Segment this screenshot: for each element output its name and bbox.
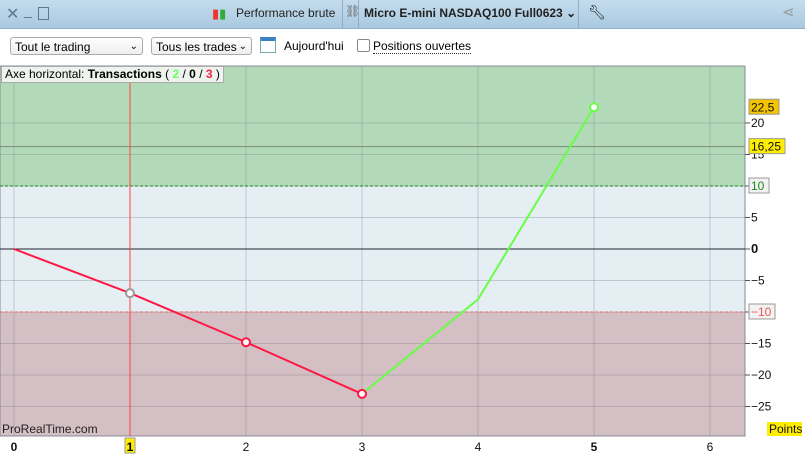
legend-sep: / (182, 67, 186, 81)
legend-neutral: 0 (189, 67, 196, 81)
loss-zone (0, 312, 745, 436)
legend-paren: ( (165, 67, 170, 81)
data-point (357, 388, 367, 399)
legend-prefix: Axe horizontal: (5, 67, 85, 81)
upper-threshold-label: 10 (751, 179, 765, 193)
legend-axis: Transactions (87, 67, 162, 81)
x-tick-label: 2 (243, 440, 250, 454)
legend-losses: 3 (205, 67, 213, 81)
data-point (589, 102, 599, 113)
x-tick-label: 0 (11, 440, 18, 454)
cursor-label: 1 (127, 440, 134, 454)
x-tick-label: 4 (475, 440, 482, 454)
y-tick-label: −25 (751, 400, 772, 414)
legend-sep: / (199, 67, 203, 81)
data-point (125, 288, 135, 299)
x-tick-label: 3 (359, 440, 366, 454)
x-tick-label: 5 (591, 440, 598, 454)
legend-wins: 2 (172, 67, 180, 81)
lower-threshold-label: −10 (751, 305, 772, 319)
watermark: ProRealTime.com (2, 422, 98, 436)
last-value-label: 22,5 (751, 100, 775, 114)
average-label: 16,25 (751, 140, 781, 154)
y-axis-label: Points (769, 422, 802, 436)
y-tick-label: 5 (751, 211, 758, 225)
y-tick-label: 20 (751, 116, 765, 130)
data-point (241, 337, 251, 348)
y-tick-label: 0 (751, 241, 758, 256)
legend-paren: ) (215, 67, 220, 81)
y-tick-label: −20 (751, 368, 772, 382)
y-tick-label: −15 (751, 337, 772, 351)
gain-zone (0, 66, 745, 186)
chart-legend: Axe horizontal: Transactions ( 2 / 0 / 3… (1, 66, 224, 83)
y-tick-label: −5 (751, 274, 765, 288)
x-tick-label: 6 (707, 440, 714, 454)
